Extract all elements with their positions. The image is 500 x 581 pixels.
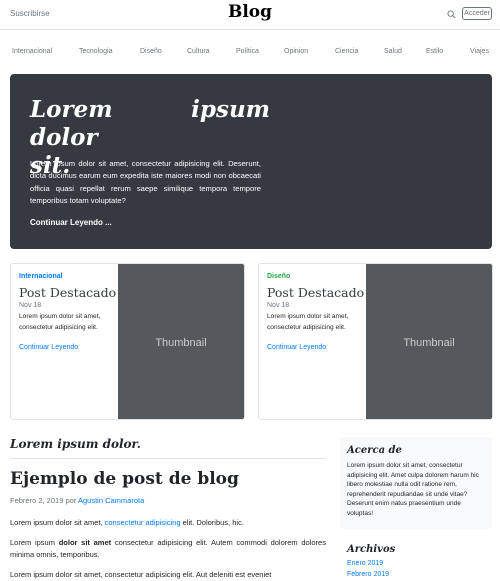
search-icon[interactable] [447,10,456,19]
card-thumbnail: Thumbnail [366,264,492,419]
divider [10,458,326,459]
card-text: Lorem ipsum dolor sit amet, consectetur … [267,313,349,331]
nav-item-politica[interactable]: Política [236,48,259,55]
featured-jumbotron: Lorem ipsum dolor sit. Lorem ipsum dolor… [10,74,492,249]
archives-title: Archivos [347,544,396,555]
card-text: Lorem ipsum dolor sit amet, consectetur … [19,313,101,331]
about-text: Lorem ipsum dolor sit amet, consectetur … [347,462,479,517]
about-title: Acerca de [347,445,402,456]
card-body: Diseño Post Destacado Nov 18 Lorem ipsum… [267,272,367,351]
card-title: Post Destacado [267,285,365,300]
about-box: Acerca de Lorem ipsum dolor sit amet, co… [340,437,492,529]
card-date: Nov 18 [267,302,290,309]
header: Suscribirse Blog Acceder [0,0,500,30]
card-title: Post Destacado [19,285,117,300]
nav-item-estilo[interactable]: Estilo [426,48,443,55]
post-text: Lorem ipsum [10,538,55,547]
nav-item-cultura[interactable]: Cultura [187,48,210,55]
nav-item-opinion[interactable]: Opinion [284,48,308,55]
card-category: Diseño [267,273,291,280]
section-title: Lorem ipsum dolor. [10,437,141,451]
post-text: consectetur adipisicing elit. Autem comm… [10,538,326,559]
continue-reading-link[interactable]: Continuar Leyendo ... [30,218,112,227]
category-nav: Internacional Tecnologia Diseño Cultura … [0,48,500,62]
archive-link[interactable]: Febrero 2019 [347,571,389,578]
jumbotron-title-line1: Lorem ipsum dolor [30,96,270,151]
post-meta: Febrero 2, 2019 por Agustin Cammarota [10,496,144,505]
post-author-link[interactable]: Agustin Cammarota [78,496,144,505]
nav-item-salud[interactable]: Salud [384,48,402,55]
card-continue-link[interactable]: Continuar Leyendo [19,344,119,351]
post-by: por [65,496,77,505]
nav-item-viajes[interactable]: Viajes [470,48,489,55]
post-bold-text: dolor sit amet [58,538,112,547]
jumbotron-text: Lorem ipsum dolor sit amet, consectetur … [30,159,261,205]
post-paragraph: Lorem ipsum dolor sit amet consectetur a… [10,537,326,561]
post-paragraph: Lorem ipsum dolor sit amet, consectetur … [10,517,326,529]
featured-post-card: Diseño Post Destacado Nov 18 Lorem ipsum… [258,263,493,420]
card-body: Internacional Post Destacado Nov 18 Lore… [19,272,119,351]
archive-link[interactable]: Enero 2019 [347,560,383,567]
post-date: Febrero 2, 2019 [10,496,64,505]
card-thumbnail: Thumbnail [118,264,244,419]
post-text: Lorem ipsum dolor sit amet, [10,518,103,527]
card-date: Nov 18 [19,302,42,309]
blog-brand[interactable]: Blog [0,2,500,22]
login-button[interactable]: Acceder [462,7,492,20]
card-category: Internacional [19,273,63,280]
post-inline-link[interactable]: consectetur adipisicing [105,518,181,527]
nav-item-diseno[interactable]: Diseño [140,48,162,55]
post-title: Ejemplo de post de blog [10,469,239,489]
nav-item-ciencia[interactable]: Ciencia [335,48,358,55]
card-continue-link[interactable]: Continuar Leyendo [267,344,367,351]
featured-post-card: Internacional Post Destacado Nov 18 Lore… [10,263,245,420]
nav-item-tecnologia[interactable]: Tecnologia [79,48,112,55]
post-paragraph: Lorem ipsum dolor sit amet, consectetur … [10,570,272,579]
post-text: elit. Doloribus, hic. [182,518,244,527]
nav-item-internacional[interactable]: Internacional [12,48,52,55]
